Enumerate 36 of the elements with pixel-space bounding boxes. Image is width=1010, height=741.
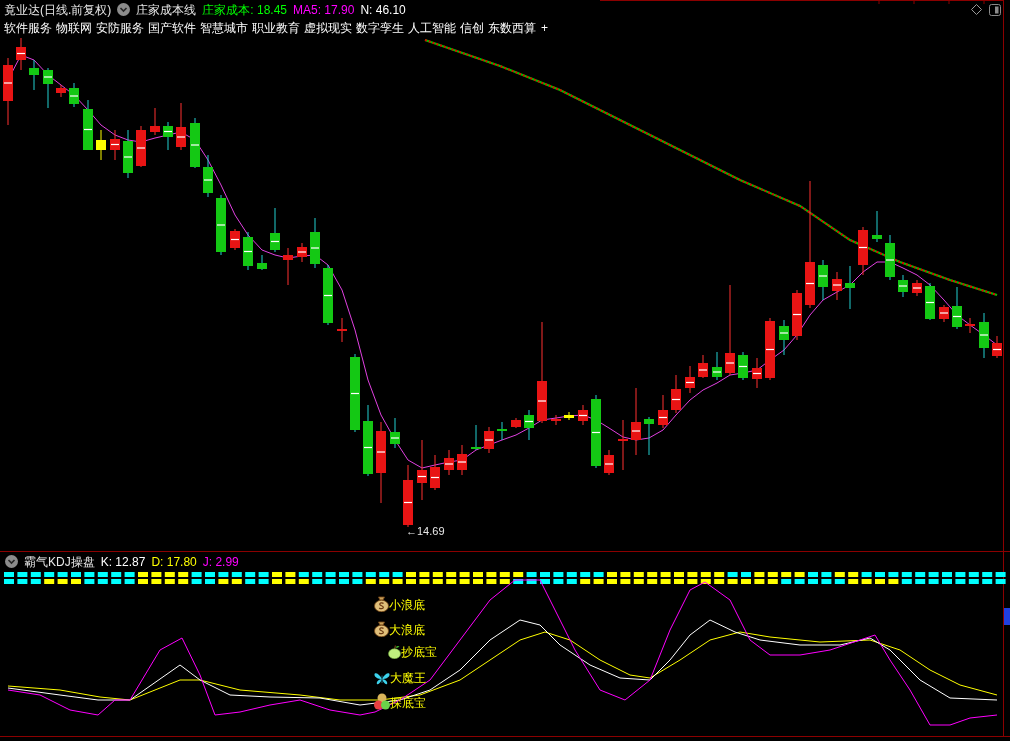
money-bag-icon bbox=[374, 621, 389, 637]
concept-tag[interactable]: 软件服务 bbox=[4, 19, 52, 37]
concept-tag[interactable]: 职业教育 bbox=[252, 19, 300, 37]
concept-tag[interactable]: 国产软件 bbox=[148, 19, 196, 37]
dropdown-circle-icon[interactable] bbox=[117, 3, 131, 16]
indicator-reading: MA5: 17.90 bbox=[293, 1, 355, 19]
axis-marker bbox=[1004, 608, 1010, 625]
apple-icon bbox=[388, 645, 401, 659]
indicator-name: 庄家成本线 bbox=[136, 1, 197, 19]
money-bag-icon bbox=[374, 596, 389, 612]
concept-tag[interactable]: 虚拟现实 bbox=[304, 19, 352, 37]
signal-label: 大浪底 bbox=[389, 623, 425, 637]
indicator-reading: K: 12.87 bbox=[100, 553, 146, 571]
add-tag-button[interactable]: + bbox=[540, 22, 549, 34]
diamond-icon[interactable] bbox=[971, 4, 982, 15]
concept-tag[interactable]: 东数西算 bbox=[488, 19, 536, 37]
concept-tag[interactable]: 智慧城市 bbox=[200, 19, 248, 37]
concept-tag[interactable]: 安防服务 bbox=[96, 19, 144, 37]
collapse-circle-icon[interactable] bbox=[5, 555, 18, 568]
concept-tag[interactable]: 信创 bbox=[460, 19, 484, 37]
butterfly-icon bbox=[374, 673, 390, 685]
indicator-reading: N: 46.10 bbox=[360, 1, 406, 19]
signal-label: 抄底宝 bbox=[401, 645, 437, 659]
concept-tag[interactable]: 数字孪生 bbox=[356, 19, 404, 37]
indicator-reading: D: 17.80 bbox=[151, 553, 197, 571]
indicator-title: 霸气KDJ操盘 bbox=[24, 553, 95, 571]
signal-label: 大魔王 bbox=[390, 671, 426, 685]
indicator-reading: J: 2.99 bbox=[202, 553, 239, 571]
concept-tag[interactable]: 物联网 bbox=[56, 19, 92, 37]
concept-tag[interactable]: 人工智能 bbox=[408, 19, 456, 37]
indicator-reading: 庄家成本: 18.45 bbox=[202, 1, 288, 19]
panel-toggle-icon[interactable] bbox=[989, 3, 1001, 16]
signal-label: 小浪底 bbox=[389, 598, 425, 612]
balls-icon bbox=[374, 693, 390, 710]
low-price-label: ←14.69 bbox=[406, 524, 445, 539]
stock-title: 竟业达(日线.前复权) bbox=[4, 1, 112, 19]
